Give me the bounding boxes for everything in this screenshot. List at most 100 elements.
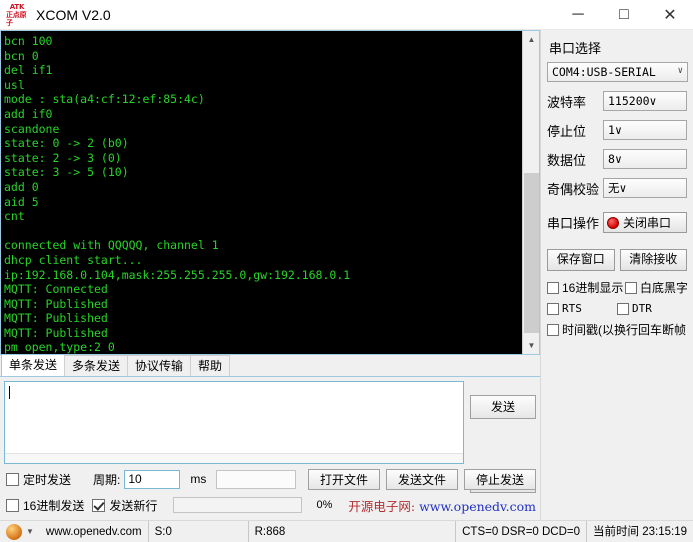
port-operation-row: 串口操作 关闭串口 (547, 212, 687, 233)
timed-send-row: 定时发送 周期: ms 打开文件 发送文件 停止发送 (6, 468, 536, 490)
maximize-icon[interactable]: □ (601, 0, 647, 30)
databits-dropdown[interactable]: 8 ∨ (603, 149, 687, 169)
hex-send-label: 16进制发送 (23, 498, 85, 513)
status-app-icon (6, 523, 22, 540)
chevron-down-icon[interactable]: ∨ (650, 94, 657, 108)
scroll-up-icon[interactable]: ▲ (523, 31, 539, 48)
timestamp-checkbox[interactable]: 时间戳(以换行回车断帧 (547, 321, 686, 338)
terminal-output[interactable]: bcn 100 bcn 0 del if1 usl mode : sta(a4:cf:1… (1, 31, 522, 354)
checkbox-box[interactable] (547, 302, 559, 315)
timed-send-label: 定时发送 (23, 472, 72, 487)
timed-send-checkbox[interactable]: 定时发送 (6, 471, 71, 488)
clear-receive-button[interactable]: 清除接收 (619, 249, 687, 271)
dtr-checkbox[interactable]: DTR (617, 302, 652, 315)
period-label: 周期: (93, 472, 121, 487)
stopbits-dropdown[interactable]: 1 ∨ (603, 120, 687, 140)
terminal-line: dhcp client start... (4, 252, 143, 267)
scrollbar-track[interactable] (523, 48, 539, 337)
period-unit-label: ms (190, 472, 207, 486)
dtr-label: DTR (632, 302, 652, 315)
rts-checkbox[interactable]: RTS (547, 302, 617, 315)
send-newline-label: 发送新行 (109, 498, 158, 513)
stop-send-button[interactable]: 停止发送 (464, 468, 536, 490)
terminal-line: MQTT: Published (4, 325, 108, 340)
status-current-time: 当前时间 23:15:19 (593, 525, 687, 538)
terminal-line: state: 3 -> 5 (10) (4, 165, 129, 180)
chevron-down-icon[interactable]: ∨ (615, 123, 622, 137)
terminal-line: cnt (4, 209, 25, 224)
tab-0[interactable]: 单条发送 (1, 354, 66, 376)
terminal-line: add 0 (4, 179, 39, 194)
flow-control-row: RTS DTR (547, 302, 687, 315)
close-icon[interactable]: ✕ (647, 0, 693, 30)
window-controls: ─ □ ✕ (555, 0, 693, 30)
checkbox-box[interactable] (625, 281, 637, 294)
window-title: XCOM V2.0 (36, 6, 111, 23)
checkbox-box[interactable] (617, 302, 629, 315)
promo-cn-label: 开源电子网: (348, 498, 416, 514)
close-port-label: 关闭串口 (623, 216, 672, 230)
hex-send-checkbox[interactable]: 16进制发送 (6, 497, 84, 514)
rts-label: RTS (562, 302, 582, 315)
period-input[interactable] (124, 469, 181, 489)
white-background-label: 白底黑字 (640, 281, 687, 295)
terminal-line: connected with QQQQQ, channel 1 (4, 238, 219, 253)
terminal-line: mode : sta(a4:cf:12:ef:85:4c) (4, 92, 205, 107)
terminal-line: bcn 100 (4, 34, 53, 48)
checkbox-box[interactable] (547, 323, 559, 336)
port-select-dropdown[interactable]: COM4:USB-SERIAL ∨ (547, 62, 688, 82)
terminal-scrollbar[interactable]: ▲ ▼ (522, 31, 539, 354)
chevron-down-icon[interactable]: ▼ (26, 527, 34, 536)
tab-bar: 单条发送 多条发送 协议传输 帮助 (0, 354, 540, 377)
tab-3[interactable]: 帮助 (190, 355, 231, 376)
baudrate-dropdown[interactable]: 115200 ∨ (603, 91, 687, 111)
checkbox-box[interactable] (92, 498, 106, 512)
baudrate-row: 波特率 115200 ∨ (547, 91, 687, 111)
title-bar: ATK 正点原子 XCOM V2.0 ─ □ ✕ (0, 0, 693, 30)
hex-display-checkbox[interactable]: 16进制显示 (547, 279, 625, 296)
file-path-field[interactable] (216, 469, 296, 489)
databits-value: 8 (608, 152, 615, 166)
xcom-window: ATK 正点原子 XCOM V2.0 ─ □ ✕ bcn 100 bcn 0 del… (0, 0, 693, 542)
minimize-icon[interactable]: ─ (555, 0, 601, 30)
hex-send-row: 16进制发送 发送新行 0% 开源电子网: www.openedv.com (6, 494, 536, 516)
display-options-row: 16进制显示 白底黑字 (547, 279, 687, 296)
app-logo-line2: 正点原子 (6, 10, 27, 27)
port-select-value: COM4:USB-SERIAL (552, 65, 656, 79)
parity-dropdown[interactable]: 无 ∨ (603, 178, 687, 198)
tab-1[interactable]: 多条发送 (64, 355, 129, 376)
port-select-title: 串口选择 (549, 41, 602, 56)
terminal-line: MQTT: Published (4, 296, 108, 311)
open-file-button[interactable]: 打开文件 (308, 468, 380, 490)
status-signal-lines: CTS=0 DSR=0 DCD=0 (456, 521, 588, 542)
checkbox-box[interactable] (6, 472, 19, 486)
chevron-down-icon[interactable]: ∨ (615, 152, 622, 166)
close-port-button[interactable]: 关闭串口 (603, 212, 687, 233)
terminal-line: state: 0 -> 2 (b0) (4, 136, 129, 151)
port-operation-label: 串口操作 (547, 216, 600, 231)
send-button[interactable]: 发送 (470, 395, 536, 419)
checkbox-box[interactable] (6, 498, 19, 512)
white-background-checkbox[interactable]: 白底黑字 (625, 279, 687, 296)
send-input[interactable] (4, 381, 464, 464)
terminal-line: MQTT: Published (4, 311, 108, 326)
terminal-line: MQTT: Connected (4, 282, 108, 297)
send-file-button[interactable]: 发送文件 (386, 468, 458, 490)
baudrate-value: 115200 (608, 94, 650, 108)
send-newline-checkbox[interactable]: 发送新行 (92, 497, 157, 514)
timestamp-label: 时间戳(以换行回车断帧 (562, 323, 686, 337)
parity-row: 奇偶校验 无 ∨ (547, 178, 687, 198)
stopbits-label: 停止位 (547, 123, 587, 139)
chevron-down-icon[interactable]: ∨ (620, 181, 627, 195)
save-window-button[interactable]: 保存窗口 (547, 249, 615, 271)
checkbox-box[interactable] (547, 281, 559, 294)
hex-display-label: 16进制显示 (562, 281, 624, 295)
chevron-down-icon[interactable]: ∨ (678, 66, 683, 76)
progress-percent-label: 0% (316, 499, 333, 511)
parity-label: 奇偶校验 (547, 181, 600, 197)
scroll-down-icon[interactable]: ▼ (523, 337, 539, 354)
status-site[interactable]: www.openedv.com (40, 521, 149, 542)
tab-2[interactable]: 协议传输 (127, 355, 192, 376)
scrollbar-thumb[interactable] (524, 173, 539, 333)
send-input-hscrollbar[interactable] (5, 453, 463, 463)
